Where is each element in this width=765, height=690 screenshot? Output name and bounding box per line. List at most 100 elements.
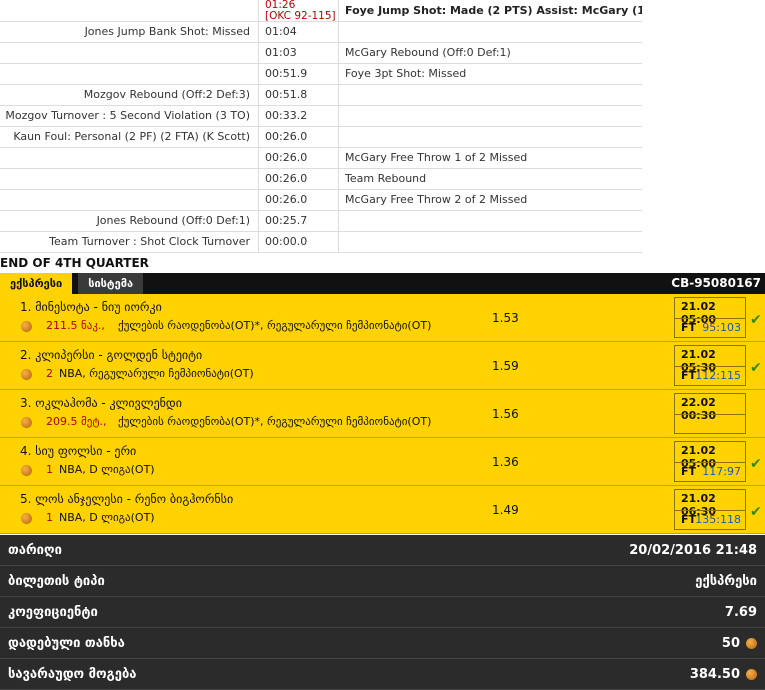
pbp-time: 01:04 (259, 22, 339, 42)
summary-row: ბილეთის ტიპი ექსპრესი (0, 566, 765, 597)
bet-match-title: 1. მინესოტა - ნიუ იორკი (20, 300, 162, 314)
basketball-icon (21, 417, 32, 428)
slip-summary: თარიღი 20/02/2016 21:48 ბილეთის ტიპი ექსპრე… (0, 535, 765, 690)
summary-value: ექსპრესი (695, 573, 757, 589)
pbp-away-event (339, 232, 642, 252)
bet-market: NBA, რეგულარული ჩემპიონატი(OT) (59, 367, 254, 380)
summary-value-wrap: 384.50 (690, 667, 757, 682)
pbp-home-event: Mozgov Turnover : 5 Second Violation (3 … (0, 106, 259, 126)
match-status: FT (681, 321, 697, 334)
won-check-icon: ✔ (750, 312, 762, 328)
tab-system[interactable]: სისტემა (78, 273, 144, 294)
bet-match-title: 4. სიუ ფოლსი - ერი (20, 444, 137, 458)
bet-selection: 209.5 მეტ., (46, 415, 107, 428)
won-check-icon: ✔ (750, 360, 762, 376)
pbp-row: Team Turnover : Shot Clock Turnover 00:00… (0, 232, 642, 253)
summary-row: დადებული თანხა 50 (0, 628, 765, 659)
pbp-row: 00:26.0 McGary Free Throw 1 of 2 Missed (0, 148, 642, 169)
bet-match-title: 3. ოკლაჰომა - კლივლენდი (20, 396, 182, 410)
bet-row: 2. კლიპერსი - გოლდენ სტეიტი 2 NBA, რეგულარ… (0, 342, 765, 390)
bet-row: 5. ლოს ანჯელესი - რენო ბიგჰორნსი 1 NBA, D … (0, 486, 765, 534)
bet-row: 1. მინესოტა - ნიუ იორკი 211.5 ნაკ., ქულები… (0, 294, 765, 342)
slip-tab-bar: ექსპრესი სისტემა CB-95080167 (0, 273, 765, 294)
match-score: 95:103 (702, 321, 741, 334)
pbp-away-event (339, 127, 642, 147)
match-score: 112:115 (695, 369, 741, 382)
pbp-home-event (0, 148, 259, 168)
match-score: 117:97 (702, 465, 741, 478)
summary-row: სავარაუდო მოგება 384.50 (0, 659, 765, 690)
pbp-away-event: McGary Free Throw 1 of 2 Missed (345, 151, 528, 164)
pbp-time: 00:33.2 (259, 106, 339, 126)
pbp-time: 00:51.9 (259, 64, 339, 84)
bet-odds: 1.49 (492, 503, 519, 517)
pbp-home-event (0, 169, 259, 189)
pbp-time: 00:26.0 (259, 169, 339, 189)
match-status: FT (681, 465, 697, 478)
pbp-row: 00:51.9 Foye 3pt Shot: Missed (0, 64, 642, 85)
won-check-icon: ✔ (750, 456, 762, 472)
pbp-home-event: Team Turnover : Shot Clock Turnover (0, 232, 259, 252)
match-status-box: 21.02 06:30 FT 135:118 (674, 489, 746, 530)
play-by-play-table: 01:26 [OKC 92-115] Foye Jump Shot: Made … (0, 0, 642, 273)
pbp-row: 00:26.0 Team Rebound (0, 169, 642, 190)
pbp-event: Foye Jump Shot: Made (2 PTS) Assist: McG… (345, 4, 642, 17)
summary-value-wrap: 50 (722, 636, 757, 651)
bet-market: ქულების რაოდენობა(OT)*, რეგულარული ჩემპი… (118, 319, 432, 332)
summary-value: 7.69 (724, 604, 757, 620)
pbp-time: 00:26.0 (259, 190, 339, 210)
bet-odds: 1.56 (492, 407, 519, 421)
basketball-icon (21, 513, 32, 524)
pbp-home-event: Jones Rebound (Off:0 Def:1) (0, 211, 259, 231)
pbp-time: 00:51.8 (259, 85, 339, 105)
game-score: [OKC 92-115] (265, 10, 336, 22)
pbp-away-event (339, 22, 642, 42)
match-status: FT (681, 513, 697, 526)
summary-value-wrap: 7.69 (725, 605, 757, 620)
pbp-header-row: 01:26 [OKC 92-115] Foye Jump Shot: Made … (0, 0, 642, 22)
summary-label: კოეფიციენტი (8, 604, 98, 620)
bet-odds: 1.59 (492, 359, 519, 373)
basketball-icon (21, 321, 32, 332)
pbp-left-cell (0, 0, 259, 21)
coin-icon (746, 668, 757, 680)
won-check-icon: ✔ (750, 504, 762, 520)
match-datetime: 22.02 00:30 (681, 396, 717, 422)
bet-match-title: 5. ლოს ანჯელესი - რენო ბიგჰორნსი (20, 492, 234, 506)
pbp-time: 00:25.7 (259, 211, 339, 231)
summary-value: 50 (721, 635, 740, 651)
bet-row: 4. სიუ ფოლსი - ერი 1 NBA, D ლიგა(OT) 1.36 21… (0, 438, 765, 486)
summary-value: 384.50 (689, 666, 740, 682)
tab-express[interactable]: ექსპრესი (0, 273, 73, 294)
summary-value-wrap: ექსპრესი (695, 574, 757, 589)
bet-selection: 2 (46, 367, 53, 380)
match-status-box: 21.02 05:00 FT 95:103 (674, 297, 746, 338)
pbp-row: 00:26.0 McGary Free Throw 2 of 2 Missed (0, 190, 642, 211)
pbp-time: 00:00.0 (259, 232, 339, 252)
pbp-time-cell: 01:26 [OKC 92-115] (259, 0, 339, 21)
pbp-row: Kaun Foul: Personal (2 PF) (2 FTA) (K Sc… (0, 127, 642, 148)
bet-market: NBA, D ლიგა(OT) (59, 463, 155, 476)
pbp-away-event (339, 85, 642, 105)
pbp-time: 01:03 (259, 43, 339, 63)
basketball-icon (21, 369, 32, 380)
bet-odds: 1.53 (492, 311, 519, 325)
match-status-box: 22.02 00:30 (674, 393, 746, 434)
bet-selection: 1 (46, 463, 53, 476)
pbp-away-event: Team Rebound (345, 172, 427, 185)
match-status-box: 21.02 05:30 FT 112:115 (674, 345, 746, 386)
summary-label: დადებული თანხა (8, 635, 125, 651)
summary-value: 20/02/2016 21:48 (629, 542, 757, 558)
pbp-row: Mozgov Turnover : 5 Second Violation (3 … (0, 106, 642, 127)
pbp-home-event: Kaun Foul: Personal (2 PF) (2 FTA) (K Sc… (0, 127, 259, 147)
bet-market: ქულების რაოდენობა(OT)*, რეგულარული ჩემპი… (118, 415, 432, 428)
summary-row: თარიღი 20/02/2016 21:48 (0, 535, 765, 566)
pbp-home-event (0, 43, 259, 63)
pbp-home-event (0, 64, 259, 84)
summary-row: კოეფიციენტი 7.69 (0, 597, 765, 628)
bet-slip: ექსპრესი სისტემა CB-95080167 1. მინესოტა… (0, 273, 765, 534)
pbp-row: Jones Jump Bank Shot: Missed 01:04 (0, 22, 642, 43)
bet-odds: 1.36 (492, 455, 519, 469)
bet-selection: 1 (46, 511, 53, 524)
match-status-box: 21.02 05:00 FT 117:97 (674, 441, 746, 482)
